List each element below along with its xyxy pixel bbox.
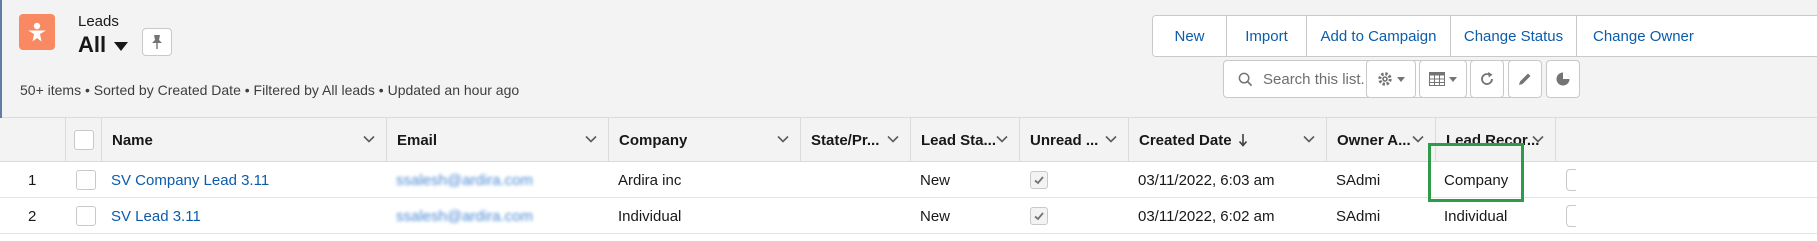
add-to-campaign-button[interactable]: Add to Campaign [1307,16,1451,56]
unread-checkbox-cell [1030,198,1048,234]
lead-company: Individual [618,207,682,225]
lead-email-link[interactable]: ssalesh@ardira.com [396,162,533,198]
lead-created-date: 03/11/2022, 6:02 am [1138,207,1275,225]
lead-email-link[interactable]: ssalesh@ardira.com [396,198,533,234]
display-as-button[interactable] [1419,60,1467,98]
charts-button[interactable] [1546,60,1580,98]
row-number: 1 [28,171,37,189]
unread-checkbox [1030,171,1048,189]
lead-company: Ardira inc [618,171,682,189]
caret-down-icon [1397,76,1405,82]
import-button[interactable]: Import [1227,16,1307,56]
list-view-controls-button[interactable] [1366,60,1416,98]
column-label: Unread ... [1030,131,1099,149]
column-header-company[interactable]: Company [609,118,801,162]
record-type-highlight-box [1428,143,1524,202]
column-label: Name [112,131,153,149]
pin-list-view-button[interactable] [142,28,172,56]
lead-created-date: 03/11/2022, 6:03 am [1138,171,1275,189]
change-status-button[interactable]: Change Status [1451,16,1577,56]
chart-icon [1556,72,1570,86]
view-name: All [78,32,107,57]
lead-record-type: Individual [1444,207,1508,225]
column-label: Company [619,131,688,149]
object-label: Leads [78,13,119,30]
lead-name-link[interactable]: SV Company Lead 3.11 [111,162,269,198]
select-all-cell [66,118,102,162]
window-edge [0,0,2,118]
row-number-header [0,118,66,162]
caret-down-icon [1449,76,1457,82]
select-all-checkbox[interactable] [73,130,94,150]
column-label: Created Date [1139,131,1232,149]
chevron-down-icon[interactable] [1302,132,1316,146]
column-header-lead-status[interactable]: Lead Sta... [911,118,1020,162]
action-button-group: New Import Add to Campaign Change Status… [1152,15,1817,57]
list-view-selector[interactable]: All [78,32,129,58]
table-icon [1429,72,1445,86]
chevron-down-icon[interactable] [1104,132,1118,146]
chevron-down-icon[interactable] [1411,132,1425,146]
column-label: Owner A... [1337,131,1411,149]
check-icon [1034,212,1044,221]
row-actions-button[interactable] [1566,205,1576,227]
row-actions-button[interactable] [1566,169,1576,191]
chevron-down-icon[interactable] [995,132,1009,146]
list-summary: 50+ items • Sorted by Created Date • Fil… [20,82,520,98]
refresh-icon [1481,72,1493,85]
chevron-down-icon[interactable] [362,132,376,146]
column-header-email[interactable]: Email [387,118,609,162]
column-label: State/Pr... [811,131,880,149]
search-icon [1238,72,1253,86]
row-select-cell [76,162,96,198]
change-owner-button[interactable]: Change Owner [1577,16,1817,56]
table-row: 2 SV Lead 3.11 ssalesh@ardira.com Indivi… [0,198,1817,234]
row-select-cell [76,198,96,234]
row-number: 2 [28,207,37,225]
chevron-down-icon[interactable] [886,132,900,146]
lead-owner-alias: SAdmi [1336,171,1381,189]
unread-checkbox-cell [1030,162,1048,198]
column-header-name[interactable]: Name [102,118,387,162]
list-view-header: Leads All 50+ items • Sorted by Created … [0,0,1817,118]
lead-status: New [920,171,951,189]
check-icon [1034,176,1044,185]
chevron-down-icon[interactable] [584,132,598,146]
chevron-down-icon[interactable] [1531,132,1545,146]
lead-status: New [920,207,951,225]
gear-icon [1378,72,1392,86]
refresh-button[interactable] [1470,60,1504,98]
row-checkbox[interactable] [76,170,96,190]
table-header: Name Email Company State/Pr... Lead Sta.… [0,118,1817,162]
column-header-owner-alias[interactable]: Owner A... [1327,118,1436,162]
column-label: Lead Sta... [921,131,997,149]
table-row: 1 SV Company Lead 3.11 ssalesh@ardira.co… [0,162,1817,198]
lead-owner-alias: SAdmi [1336,207,1381,225]
pin-icon [152,35,162,49]
edit-icon [1519,73,1531,85]
lead-name-link[interactable]: SV Lead 3.11 [111,198,201,234]
row-checkbox[interactable] [76,206,96,226]
new-button[interactable]: New [1153,16,1227,56]
column-label: Email [397,131,438,149]
inline-edit-button[interactable] [1508,60,1542,98]
sort-descending-icon [1238,134,1247,147]
column-header-state[interactable]: State/Pr... [801,118,911,162]
column-header-unread[interactable]: Unread ... [1020,118,1129,162]
column-header-created-date[interactable]: Created Date [1129,118,1327,162]
chevron-down-icon[interactable] [776,132,790,146]
lead-icon [19,14,55,50]
caret-down-icon [114,41,129,51]
unread-checkbox [1030,207,1048,225]
